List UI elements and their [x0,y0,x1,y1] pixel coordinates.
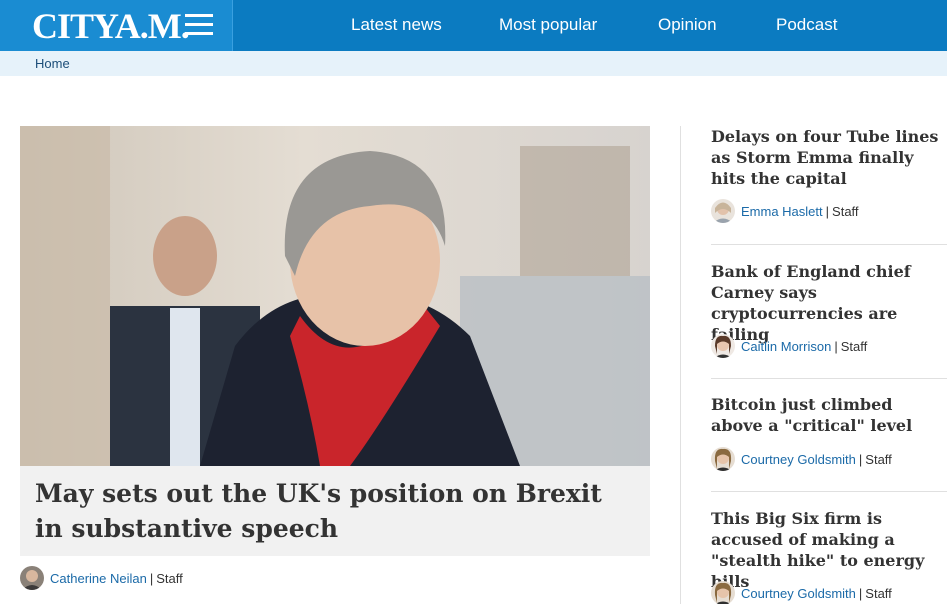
byline-separator: | [149,570,154,586]
sidebar-divider [711,244,947,245]
sidebar-article-byline: Caitlin Morrison | Staff [711,334,867,358]
author-avatar[interactable] [711,334,735,358]
byline-separator: | [825,203,830,219]
sidebar-article-byline: Courtney Goldsmith | Staff [711,447,892,471]
author-avatar[interactable] [20,566,44,590]
breadcrumb: Home [0,51,947,76]
logo-area: CITYA.M. [0,0,233,51]
nav-most-popular[interactable]: Most popular [499,15,597,35]
author-link[interactable]: Catherine Neilan [50,571,147,586]
column-divider [680,126,681,604]
sidebar-article-title[interactable]: Bank of England chief Carney says crypto… [711,261,947,345]
byline-separator: | [858,585,863,601]
author-link[interactable]: Emma Haslett [741,204,823,219]
hero-headline[interactable]: May sets out the UK's position on Brexit… [35,476,635,546]
breadcrumb-home-link[interactable]: Home [35,56,70,71]
hero-image[interactable] [20,126,650,466]
byline-separator: | [834,338,838,354]
sidebar-divider [711,491,947,492]
sidebar-article-byline: Emma Haslett | Staff [711,199,859,223]
nav-latest-news[interactable]: Latest news [351,15,442,35]
author-role: Staff [832,203,859,219]
nav-opinion[interactable]: Opinion [658,15,717,35]
sidebar-article-title[interactable]: Delays on four Tube lines as Storm Emma … [711,126,947,189]
author-role: Staff [156,570,183,586]
author-role: Staff [865,585,892,601]
sidebar-article-title[interactable]: Bitcoin just climbed above a "critical" … [711,394,947,436]
top-navigation-bar: CITYA.M. Latest news Most popular Opinio… [0,0,947,51]
byline-separator: | [858,451,863,467]
author-link[interactable]: Courtney Goldsmith [741,586,856,601]
author-avatar[interactable] [711,581,735,604]
author-role: Staff [865,451,892,467]
author-avatar[interactable] [711,199,735,223]
author-link[interactable]: Courtney Goldsmith [741,452,856,467]
author-link[interactable]: Caitlin Morrison [741,339,831,354]
author-role: Staff [840,338,868,354]
sidebar-article-byline: Courtney Goldsmith | Staff [711,581,892,604]
site-logo[interactable]: CITYA.M. [32,6,190,46]
author-avatar[interactable] [711,447,735,471]
hero-caption: May sets out the UK's position on Brexit… [20,466,650,556]
menu-icon[interactable] [185,14,213,36]
nav-podcast[interactable]: Podcast [776,15,837,35]
sidebar-article-title[interactable]: This Big Six firm is accused of making a… [711,508,947,592]
hero-byline: Catherine Neilan | Staff [20,566,183,590]
sidebar-divider [711,378,947,379]
